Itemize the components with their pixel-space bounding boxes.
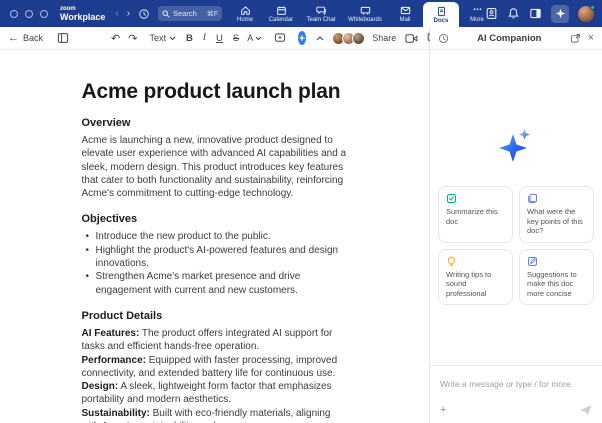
docs-icon — [436, 6, 447, 17]
product-detail-item: Performance: Equipped with faster proces… — [82, 354, 348, 381]
attach-plus-button[interactable]: + — [440, 405, 446, 416]
user-avatar[interactable] — [578, 6, 594, 22]
undo-button[interactable]: ↶ — [111, 32, 120, 45]
logo-workplace-text: Workplace — [60, 13, 105, 22]
lightbulb-icon — [446, 256, 457, 267]
tab-mail[interactable]: Mail — [387, 0, 423, 27]
ai-suggestion-cards: Summarize this doc What were the key poi… — [438, 186, 594, 305]
contacts-icon[interactable] — [485, 7, 498, 20]
back-arrow-icon: ← — [8, 32, 19, 44]
suggestion-card-summarize[interactable]: Summarize this doc — [438, 186, 513, 243]
history-back-button[interactable]: ‹ — [115, 8, 118, 19]
more-dots-icon — [472, 5, 483, 16]
conversation-history-icon[interactable] — [438, 33, 449, 44]
top-bar: zoom Workplace ‹ › ⌘F Home Calendar — [0, 0, 602, 27]
collaborator-avatars[interactable] — [332, 32, 365, 45]
ai-panel-header: AI Companion × — [430, 27, 602, 50]
key-points-icon — [527, 193, 538, 204]
collapse-toolbar-button[interactable] — [316, 36, 324, 41]
strikethrough-button[interactable]: S — [233, 33, 239, 44]
whiteboards-icon — [360, 5, 371, 16]
objective-item: Strengthen Acme's market presence and dr… — [86, 270, 348, 297]
open-in-window-icon[interactable] — [570, 33, 581, 44]
window-controls[interactable] — [10, 10, 48, 18]
mail-icon — [400, 5, 411, 16]
ai-companion-panel: AI Companion × — [430, 27, 602, 423]
summarize-doc-icon — [446, 193, 457, 204]
ai-message-composer: + — [430, 365, 602, 423]
ai-sparkle-icon — [298, 34, 306, 42]
share-button[interactable]: Share — [372, 33, 396, 43]
doc-outline-icon[interactable] — [57, 32, 69, 44]
window-minimize-button[interactable] — [25, 10, 33, 18]
window-zoom-button[interactable] — [40, 10, 48, 18]
calendar-icon — [276, 5, 287, 16]
suggestion-card-writing-tips[interactable]: Writing tips to sound professional — [438, 249, 513, 306]
objective-item: Introduce the new product to the public. — [86, 230, 348, 243]
history-forward-button[interactable]: › — [127, 8, 130, 19]
suggestion-card-concise[interactable]: Suggestions to make this doc more concis… — [519, 249, 594, 306]
ai-companion-logo — [496, 128, 536, 164]
window-close-button[interactable] — [10, 10, 18, 18]
tab-team-chat[interactable]: Team Chat — [299, 0, 343, 27]
tab-docs-active[interactable]: Docs — [423, 2, 459, 27]
team-chat-icon — [316, 5, 327, 16]
overview-heading: Overview — [82, 117, 348, 129]
tab-calendar[interactable]: Calendar — [263, 0, 299, 27]
global-search[interactable]: ⌘F — [158, 6, 222, 21]
objectives-heading: Objectives — [82, 213, 348, 225]
doc-title: Acme product launch plan — [82, 80, 348, 104]
suggestion-card-key-points[interactable]: What were the key points of this doc? — [519, 186, 594, 243]
text-color-dropdown[interactable]: A — [247, 33, 262, 43]
ai-companion-button[interactable] — [298, 31, 306, 45]
video-meeting-button[interactable] — [405, 33, 418, 44]
text-style-dropdown[interactable]: Text — [149, 33, 176, 43]
send-message-button[interactable] — [579, 404, 592, 416]
collaborator-avatar — [352, 32, 365, 45]
comment-button[interactable] — [274, 32, 286, 44]
chevron-down-icon — [255, 36, 262, 41]
app-tabs: Home Calendar Team Chat Whiteboards Mail… — [227, 0, 495, 27]
overview-paragraph: Acme is launching a new, innovative prod… — [82, 134, 348, 200]
product-detail-item: Sustainability: Built with eco-friendly … — [82, 407, 348, 423]
send-plane-icon — [579, 404, 592, 416]
chevron-down-icon — [169, 36, 176, 41]
document-pane: ← Back ↶ ↷ Text B I U S A — [0, 27, 430, 423]
italic-button[interactable]: I — [203, 33, 206, 43]
search-shortcut: ⌘F — [207, 10, 218, 18]
bold-button[interactable]: B — [186, 33, 193, 44]
ai-companion-toggle-button[interactable] — [551, 5, 569, 23]
underline-button[interactable]: U — [216, 33, 223, 44]
ai-message-input[interactable] — [440, 379, 592, 389]
home-icon — [240, 5, 251, 16]
side-panel-toggle-icon[interactable] — [529, 7, 542, 20]
notifications-bell-icon[interactable] — [507, 7, 520, 20]
product-details-heading: Product Details — [82, 310, 348, 322]
back-button[interactable]: ← Back — [8, 32, 43, 44]
product-detail-item: AI Features: The product offers integrat… — [82, 327, 348, 354]
search-icon — [162, 10, 170, 18]
presence-status-dot — [590, 5, 595, 10]
zoom-workplace-logo: zoom Workplace — [60, 6, 105, 22]
objective-item: Highlight the product's AI-powered featu… — [86, 244, 348, 271]
document-toolbar: ← Back ↶ ↷ Text B I U S A — [0, 27, 429, 50]
ai-sparkle-icon — [555, 8, 566, 19]
logo-zoom-text: zoom — [60, 6, 105, 12]
tab-home[interactable]: Home — [227, 0, 263, 27]
close-panel-icon[interactable]: × — [588, 33, 594, 44]
redo-button[interactable]: ↷ — [128, 32, 137, 45]
search-input[interactable] — [173, 9, 204, 18]
chevron-up-icon — [316, 36, 324, 41]
zoom-workplace-window: zoom Workplace ‹ › ⌘F Home Calendar — [0, 0, 602, 423]
document-canvas[interactable]: Acme product launch plan Overview Acme i… — [0, 50, 429, 423]
product-detail-item: Design: A sleek, lightweight form factor… — [82, 380, 348, 407]
ai-panel-title: AI Companion — [449, 33, 570, 44]
edit-doc-icon — [527, 256, 538, 267]
tab-whiteboards[interactable]: Whiteboards — [343, 0, 387, 27]
objectives-list: Introduce the new product to the public.… — [86, 230, 348, 296]
recents-clock-icon[interactable] — [138, 8, 150, 20]
